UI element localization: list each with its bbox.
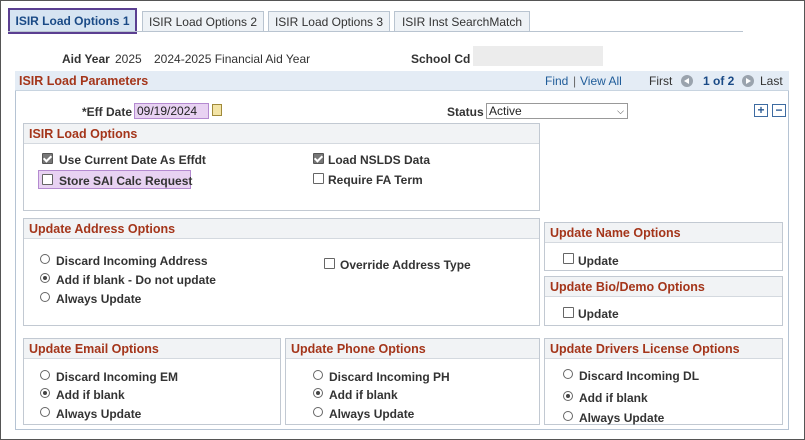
link-separator: | (573, 74, 577, 88)
update-name-options-title: Update Name Options (550, 226, 681, 240)
address-always-update-label: Always Update (56, 292, 142, 306)
phone-add-if-blank-radio[interactable] (313, 388, 323, 398)
tab-isir-load-options-2[interactable]: ISIR Load Options 2 (142, 11, 264, 31)
update-email-options-header: Update Email Options (24, 339, 280, 359)
email-always-update-radio[interactable] (40, 407, 50, 417)
dl-discard-label: Discard Incoming DL (579, 369, 700, 383)
phone-always-update-radio[interactable] (313, 407, 323, 417)
phone-discard-label: Discard Incoming PH (329, 370, 450, 384)
update-biodemo-options-title: Update Bio/Demo Options (550, 280, 705, 294)
email-add-if-blank-label: Add if blank (56, 388, 125, 402)
biodemo-update-label: Update (578, 307, 619, 321)
find-link[interactable]: Find (545, 74, 568, 88)
isir-load-parameters-header: ISIR Load Parameters (15, 71, 789, 91)
tab-isir-inst-searchmatch[interactable]: ISIR Inst SearchMatch (394, 11, 530, 31)
aid-year-value: 2025 (115, 52, 142, 66)
require-fa-term-checkbox[interactable] (313, 173, 324, 184)
biodemo-update-checkbox[interactable] (563, 307, 574, 318)
school-cd-label: School Cd (411, 52, 471, 66)
last-label: Last (760, 74, 783, 88)
update-name-options-header: Update Name Options (545, 223, 782, 243)
delete-row-button[interactable]: − (772, 104, 786, 117)
dl-add-if-blank-label: Add if blank (579, 391, 648, 405)
next-row-icon[interactable] (742, 75, 754, 87)
store-sai-calc-request-checkbox[interactable] (42, 174, 53, 185)
add-row-button[interactable]: + (754, 104, 768, 117)
update-drivers-license-options-title: Update Drivers License Options (550, 342, 740, 356)
phone-always-update-label: Always Update (329, 407, 415, 421)
isir-load-parameters-title: ISIR Load Parameters (19, 74, 149, 88)
school-cd-value-redacted (473, 46, 603, 66)
address-always-update-radio[interactable] (40, 292, 50, 302)
load-nslds-data-label: Load NSLDS Data (328, 153, 431, 167)
dl-add-if-blank-radio[interactable] (563, 391, 573, 401)
status-selected-value: Active (489, 104, 522, 118)
update-email-options-title: Update Email Options (29, 342, 159, 356)
update-address-options-title: Update Address Options (29, 222, 176, 236)
store-sai-calc-request-label: Store SAI Calc Request (59, 174, 193, 188)
calendar-icon[interactable] (212, 104, 222, 116)
update-drivers-license-options-header: Update Drivers License Options (545, 339, 782, 359)
dl-always-update-radio[interactable] (563, 411, 573, 421)
phone-discard-radio[interactable] (313, 370, 323, 380)
update-phone-options-header: Update Phone Options (286, 339, 539, 359)
first-label: First (649, 74, 673, 88)
tab-divider (8, 31, 743, 32)
status-label: Status (447, 105, 484, 119)
email-discard-radio[interactable] (40, 370, 50, 380)
previous-row-icon[interactable] (681, 75, 693, 87)
tab-label: ISIR Load Options 3 (274, 15, 384, 29)
status-select[interactable]: Active ⌵ (486, 103, 628, 119)
chevron-down-icon: ⌵ (617, 106, 624, 116)
tab-isir-load-options-3[interactable]: ISIR Load Options 3 (268, 11, 390, 31)
tab-label: ISIR Load Options 2 (148, 15, 258, 29)
load-nslds-data-checkbox[interactable] (313, 153, 324, 164)
isir-load-options-group: ISIR Load Options (23, 123, 540, 211)
email-add-if-blank-radio[interactable] (40, 388, 50, 398)
eff-date-input[interactable]: 09/19/2024 (134, 103, 209, 119)
email-always-update-label: Always Update (56, 407, 142, 421)
dl-always-update-label: Always Update (579, 411, 665, 425)
use-current-date-checkbox[interactable] (42, 153, 53, 164)
override-address-type-checkbox[interactable] (324, 258, 335, 269)
isir-load-options-title: ISIR Load Options (29, 127, 138, 141)
aid-year-label: Aid Year (62, 52, 110, 66)
address-add-if-blank-label: Add if blank - Do not update (56, 273, 216, 287)
update-address-options-group: Update Address Options (23, 218, 540, 326)
address-discard-label: Discard Incoming Address (56, 254, 208, 268)
update-address-options-header: Update Address Options (24, 219, 539, 239)
require-fa-term-label: Require FA Term (328, 173, 423, 187)
dl-discard-radio[interactable] (563, 369, 573, 379)
address-discard-radio[interactable] (40, 254, 50, 264)
tab-label: ISIR Inst SearchMatch (401, 15, 523, 29)
address-add-if-blank-radio[interactable] (40, 273, 50, 283)
row-counter: 1 of 2 (703, 74, 735, 88)
phone-add-if-blank-label: Add if blank (329, 388, 398, 402)
name-update-label: Update (578, 254, 619, 268)
isir-load-options-header: ISIR Load Options (24, 124, 539, 144)
name-update-checkbox[interactable] (563, 253, 574, 264)
update-phone-options-title: Update Phone Options (291, 342, 426, 356)
override-address-type-label: Override Address Type (340, 258, 471, 272)
eff-date-label: *Eff Date (82, 105, 133, 119)
update-biodemo-options-header: Update Bio/Demo Options (545, 277, 782, 297)
view-all-link[interactable]: View All (580, 74, 622, 88)
tab-label: ISIR Load Options 1 (15, 14, 130, 28)
email-discard-label: Discard Incoming EM (56, 370, 179, 384)
aid-year-description: 2024-2025 Financial Aid Year (154, 52, 311, 66)
use-current-date-label: Use Current Date As Effdt (59, 153, 206, 167)
